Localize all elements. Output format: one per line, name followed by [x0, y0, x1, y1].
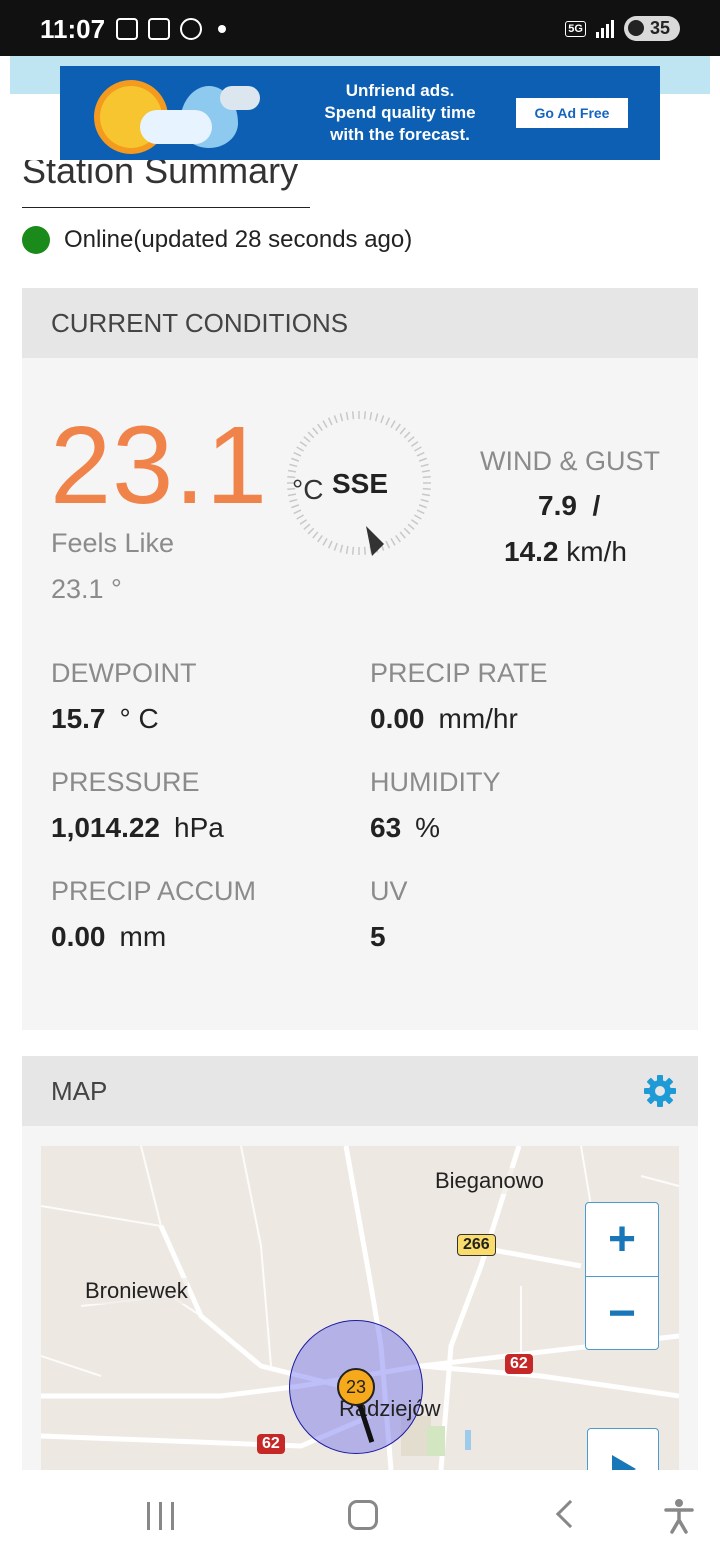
pressure-label: PRESSURE [51, 767, 200, 797]
precip-accum-value: 0.00 [51, 921, 106, 952]
pressure-unit: hPa [174, 812, 224, 843]
calendar-icon [148, 18, 170, 40]
status-bar: 11:07 5G 35 [0, 0, 720, 56]
accessibility-icon[interactable] [664, 1498, 694, 1534]
humidity-value: 63 [370, 812, 402, 843]
uv-metric: UV 5 [370, 876, 408, 953]
precip-rate-unit: mm/hr [438, 703, 518, 734]
wind-direction: SSE [332, 468, 389, 499]
back-button[interactable] [555, 1499, 585, 1529]
dewpoint-value: 15.7 [51, 703, 106, 734]
storm-cloud-icon [220, 86, 260, 110]
map-label-broniewek: Broniewek [85, 1278, 188, 1304]
wind-gust-label: WIND & GUST [480, 446, 660, 476]
home-button[interactable] [348, 1500, 378, 1530]
zoom-out-button[interactable]: − [586, 1277, 658, 1351]
temperature-unit: °C [292, 474, 324, 505]
clock: 11:07 [40, 14, 106, 44]
wind-speed-row: 7.9 / [538, 490, 600, 522]
station-marker[interactable]: 23 [337, 1368, 375, 1406]
uv-label: UV [370, 876, 408, 906]
humidity-metric: HUMIDITY 63% [370, 767, 501, 844]
wind-separator: / [592, 490, 601, 521]
wind-direction-pointer-icon [366, 526, 384, 556]
feels-like-value: 23.1 ° [51, 574, 122, 604]
system-icons: 5G 35 [565, 16, 680, 41]
road-266-badge: 266 [457, 1234, 496, 1256]
current-conditions-card: CURRENT CONDITIONS 23.1 Feels Like 23.1 … [22, 288, 698, 1030]
gust-speed-value: 14.2 [504, 536, 559, 567]
map-label-bieganowo: Bieganowo [435, 1168, 544, 1194]
dewpoint-unit: ° C [119, 703, 159, 734]
online-indicator-icon [22, 226, 50, 254]
dewpoint-label: DEWPOINT [51, 658, 197, 688]
cloud-icon [140, 110, 212, 144]
precip-accum-unit: mm [119, 921, 167, 952]
more-notifications-icon [218, 25, 226, 33]
temperature-value: 23.1 [50, 404, 269, 527]
dewpoint-metric: DEWPOINT 15.7 ° C [51, 658, 197, 735]
current-conditions-header: CURRENT CONDITIONS [22, 288, 698, 358]
notification-icons [116, 18, 226, 40]
station-map[interactable]: Bieganowo Broniewek 266 62 62 Radziejów … [41, 1146, 679, 1470]
recent-apps-button[interactable] [147, 1502, 174, 1530]
pressure-value: 1,014.22 [51, 812, 160, 843]
gear-icon[interactable] [642, 1073, 678, 1109]
humidity-unit: % [415, 812, 441, 843]
network-type: 5G [565, 20, 586, 37]
signal-icon [595, 19, 614, 38]
battery-indicator: 35 [623, 16, 680, 41]
snowman-icon [180, 18, 202, 40]
road-62-badge-west: 62 [257, 1434, 285, 1454]
online-status: Online(updated 28 seconds ago) [22, 226, 412, 254]
online-status-text: Online(updated 28 seconds ago) [64, 226, 413, 253]
humidity-label: HUMIDITY [370, 767, 501, 797]
pressure-metric: PRESSURE 1,014.22 hPa [51, 767, 224, 844]
wind-unit: km/h [566, 536, 627, 567]
ad-text: Unfriend ads. Spend quality time with th… [324, 81, 476, 144]
uv-value: 5 [370, 921, 386, 952]
gust-speed-row: 14.2 km/h [504, 536, 627, 568]
zoom-controls: + − [585, 1202, 659, 1350]
map-header: MAP [22, 1056, 698, 1126]
precip-accum-label: PRECIP ACCUM [51, 876, 257, 906]
precip-accum-metric: PRECIP ACCUM 0.00 mm [51, 876, 256, 953]
map-card: MAP Bieganowo Broniewek 266 62 62 Radzie… [22, 1056, 698, 1470]
feels-like-label: Feels Like [51, 528, 175, 558]
precip-rate-label: PRECIP RATE [370, 658, 548, 688]
wind-speed-value: 7.9 [538, 490, 577, 521]
precip-rate-metric: PRECIP RATE 0.00 mm/hr [370, 658, 548, 735]
play-animation-button[interactable] [587, 1428, 659, 1470]
zoom-in-button[interactable]: + [586, 1203, 658, 1277]
system-nav-bar [0, 1470, 720, 1560]
ad-banner[interactable]: Unfriend ads. Spend quality time with th… [60, 66, 660, 160]
go-ad-free-button[interactable]: Go Ad Free [516, 98, 628, 128]
screenshot-icon [116, 18, 138, 40]
precip-rate-value: 0.00 [370, 703, 425, 734]
map-title: MAP [51, 1076, 108, 1106]
road-62-badge-east: 62 [505, 1354, 533, 1374]
